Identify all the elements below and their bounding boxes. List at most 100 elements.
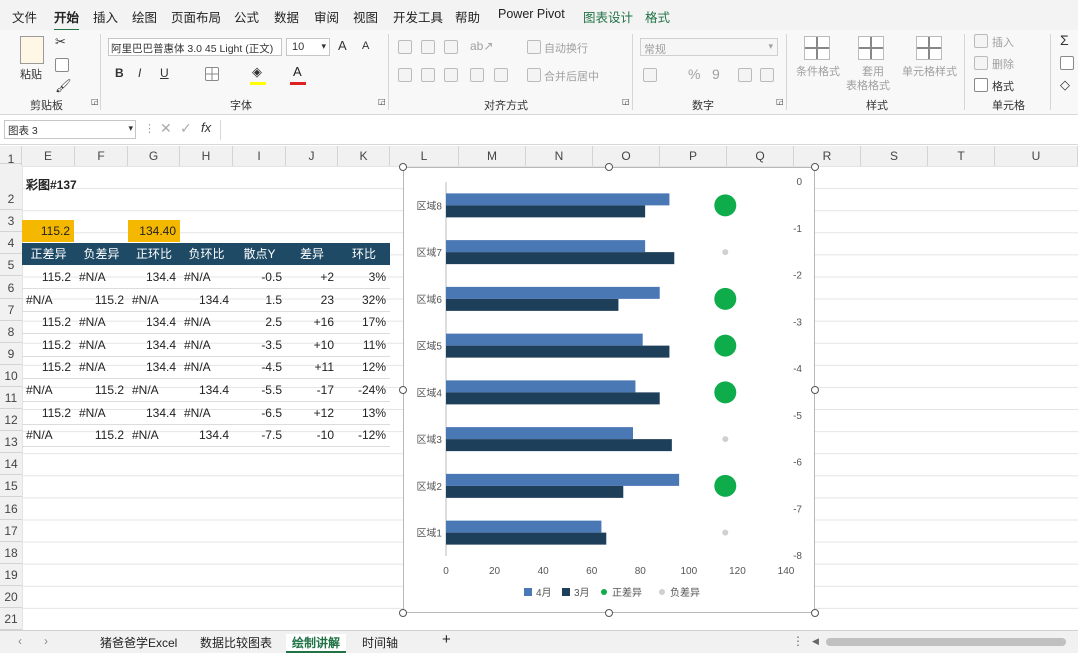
row-header-4[interactable]: 4 — [0, 232, 22, 255]
table-cell[interactable]: +2 — [286, 266, 338, 288]
enter-icon[interactable]: ✓ — [180, 120, 192, 137]
cell-e4[interactable]: 115.2 — [22, 220, 74, 242]
sheet-tab-1[interactable]: 猪爸爸学Excel — [100, 634, 177, 651]
font-color-icon[interactable]: A — [293, 64, 302, 79]
table-cell[interactable]: #N/A — [75, 311, 128, 333]
tab-developer[interactable]: 开发工具 — [393, 7, 443, 26]
grow-font-button[interactable]: A — [338, 38, 347, 53]
increase-indent-icon[interactable] — [494, 68, 508, 82]
table-cell[interactable]: #N/A — [22, 424, 75, 446]
table-cell[interactable]: +11 — [286, 356, 338, 378]
dialog-launcher-icon[interactable]: ◲ — [776, 97, 784, 106]
resize-handle[interactable] — [605, 163, 613, 171]
tab-review[interactable]: 审阅 — [314, 7, 339, 26]
row-header-1[interactable]: 1 — [0, 153, 22, 165]
row-header-7[interactable]: 7 — [0, 299, 22, 321]
wrap-text-button[interactable]: 自动换行 — [544, 40, 588, 56]
table-cell[interactable]: -0.5 — [233, 266, 286, 288]
prev-sheet-button[interactable]: ‹ — [18, 634, 22, 648]
row-header-3[interactable]: 3 — [0, 210, 22, 233]
table-cell[interactable]: #N/A — [180, 334, 233, 356]
table-header-cell[interactable]: 环比 — [338, 243, 390, 265]
row-header-5[interactable]: 5 — [0, 254, 22, 277]
column-header-r[interactable]: R — [794, 146, 861, 166]
cut-icon[interactable]: ✂ — [55, 34, 66, 50]
row-header-17[interactable]: 17 — [0, 520, 22, 542]
increase-decimal-icon[interactable] — [738, 68, 752, 82]
format-as-table-button-line2[interactable]: 表格格式 — [846, 77, 890, 93]
table-header-cell[interactable]: 负差异 — [75, 243, 128, 265]
table-cell[interactable]: -3.5 — [233, 334, 286, 356]
column-header-e[interactable]: E — [22, 146, 75, 166]
column-header-o[interactable]: O — [593, 146, 660, 166]
dialog-launcher-icon[interactable]: ◲ — [91, 97, 99, 106]
table-cell[interactable]: -10 — [286, 424, 338, 446]
table-cell[interactable]: 134.4 — [180, 379, 233, 401]
table-cell[interactable]: #N/A — [128, 424, 180, 446]
conditional-format-icon[interactable] — [804, 36, 830, 60]
column-header-p[interactable]: P — [660, 146, 727, 166]
column-header-n[interactable]: N — [526, 146, 593, 166]
table-cell[interactable]: 115.2 — [22, 402, 75, 424]
table-cell[interactable]: -12% — [338, 424, 390, 446]
resize-handle[interactable] — [811, 386, 819, 394]
table-cell[interactable]: -7.5 — [233, 424, 286, 446]
row-header-12[interactable]: 12 — [0, 409, 22, 432]
column-header-f[interactable]: F — [75, 146, 128, 166]
table-cell[interactable]: 115.2 — [75, 289, 128, 311]
dialog-launcher-icon[interactable]: ◲ — [378, 97, 386, 106]
sheet-title[interactable]: 彩图#137 — [22, 174, 81, 196]
table-cell[interactable]: 32% — [338, 289, 390, 311]
table-cell[interactable]: +12 — [286, 402, 338, 424]
conditional-format-button[interactable]: 条件格式 — [796, 63, 840, 79]
decrease-indent-icon[interactable] — [470, 68, 484, 82]
sheet-tab-4[interactable]: 时间轴 — [362, 634, 398, 651]
bold-button[interactable]: B — [115, 66, 124, 80]
table-header-cell[interactable]: 负环比 — [180, 243, 233, 265]
table-cell[interactable]: 134.4 — [180, 424, 233, 446]
number-format-dropdown[interactable]: 常规 ▾ — [640, 38, 778, 56]
cell-styles-button[interactable]: 单元格样式 — [902, 63, 957, 79]
table-cell[interactable]: 12% — [338, 356, 390, 378]
italic-button[interactable]: I — [138, 66, 141, 80]
delete-cells-button[interactable]: 删除 — [992, 56, 1014, 72]
table-cell[interactable]: +16 — [286, 311, 338, 333]
autosum-icon[interactable]: Σ — [1060, 32, 1069, 48]
table-cell[interactable]: #N/A — [128, 379, 180, 401]
tab-home[interactable]: 开始 — [54, 7, 80, 31]
merge-center-icon[interactable] — [527, 68, 541, 82]
table-cell[interactable]: 1.5 — [233, 289, 286, 311]
font-size-dropdown[interactable]: 10 ▾ — [286, 38, 330, 56]
align-left-icon[interactable] — [398, 68, 412, 82]
resize-handle[interactable] — [399, 609, 407, 617]
table-cell[interactable]: -24% — [338, 379, 390, 401]
font-name-dropdown[interactable]: 阿里巴巴普惠体 3.0 45 Light (正文) — [108, 38, 282, 56]
table-header-cell[interactable]: 正差异 — [22, 243, 75, 265]
table-cell[interactable]: #N/A — [180, 402, 233, 424]
table-cell[interactable]: -6.5 — [233, 402, 286, 424]
tab-data[interactable]: 数据 — [274, 7, 299, 26]
column-header-u[interactable]: U — [995, 146, 1078, 166]
table-cell[interactable]: 115.2 — [75, 424, 128, 446]
row-header-9[interactable]: 9 — [0, 343, 22, 365]
chart-object[interactable]: 区域8 区域7 区域6 区域5 区域4 区域3 区域2 区域1 0 20 40 60 80 100 120 1… — [403, 167, 815, 613]
row-header-14[interactable]: 14 — [0, 453, 22, 476]
paste-button[interactable]: 粘贴 — [20, 66, 42, 82]
tab-help[interactable]: 帮助 — [455, 7, 480, 26]
shrink-font-button[interactable]: A — [362, 40, 369, 52]
align-top-icon[interactable] — [398, 40, 412, 54]
currency-icon[interactable] — [643, 68, 657, 82]
row-header-15[interactable]: 15 — [0, 475, 22, 498]
column-header-k[interactable]: K — [338, 146, 390, 166]
resize-handle[interactable] — [399, 386, 407, 394]
underline-button[interactable]: U — [160, 66, 169, 80]
resize-handle[interactable] — [811, 609, 819, 617]
border-icon[interactable] — [205, 67, 219, 81]
table-cell[interactable]: #N/A — [75, 266, 128, 288]
tab-page-layout[interactable]: 页面布局 — [171, 7, 221, 26]
table-cell[interactable]: -5.5 — [233, 379, 286, 401]
table-cell[interactable]: 3% — [338, 266, 390, 288]
column-header-j[interactable]: J — [286, 146, 338, 166]
column-header-m[interactable]: M — [459, 146, 526, 166]
row-header-10[interactable]: 10 — [0, 365, 22, 387]
